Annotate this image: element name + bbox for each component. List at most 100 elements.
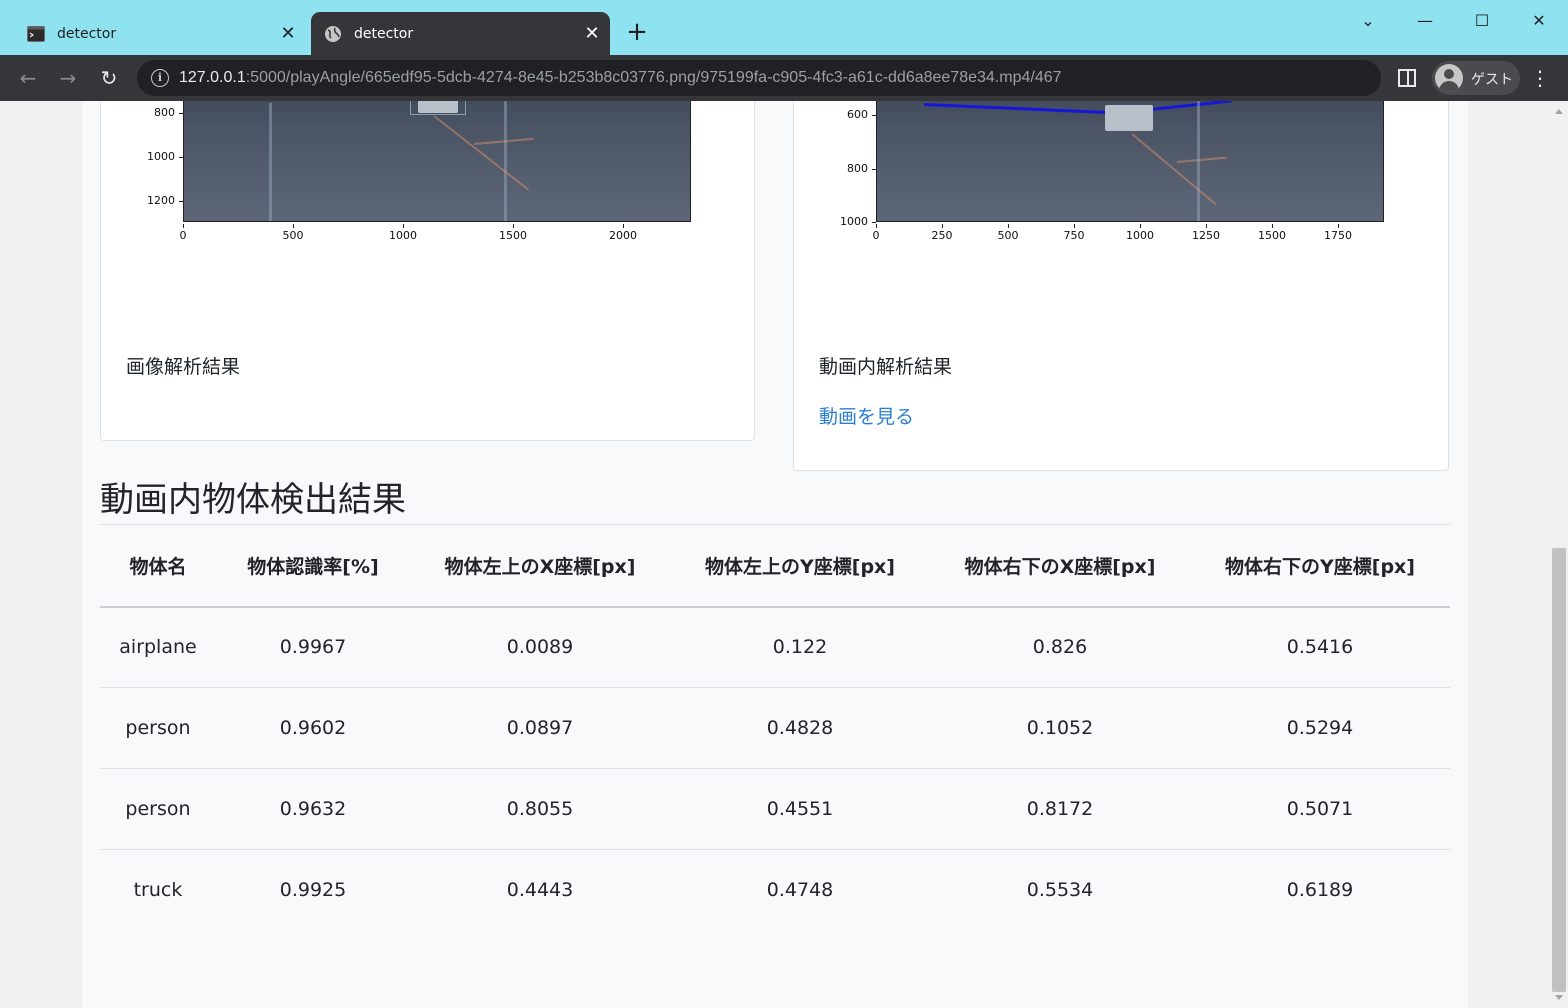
- close-tab-icon[interactable]: ✕: [582, 23, 602, 44]
- column-header: 物体右下のX座標[px]: [930, 524, 1190, 608]
- table-cell: 0.5294: [1190, 687, 1450, 769]
- side-panel-icon[interactable]: [1398, 69, 1416, 87]
- table-row: person 0.9602 0.0897 0.4828 0.1052 0.529…: [100, 687, 1450, 769]
- x-tick-label: 0: [163, 224, 203, 242]
- tab-detector-terminal[interactable]: detector ✕: [14, 12, 306, 55]
- forward-icon[interactable]: →: [53, 63, 83, 93]
- x-tick-label: 1000: [1120, 224, 1160, 242]
- table-cell: 0.4748: [766, 879, 834, 902]
- table-cell: 0.0089: [410, 606, 670, 688]
- x-tick-label: 500: [273, 224, 313, 242]
- table-cell: person: [100, 687, 216, 769]
- table-cell: 0.9967: [216, 606, 410, 688]
- light-pole: [1197, 101, 1200, 221]
- x-tick-label: 500: [988, 224, 1028, 242]
- tab-detector-active[interactable]: detector ✕: [311, 12, 610, 55]
- scroll-down-icon[interactable]: [1555, 995, 1563, 1000]
- table-cell: 0.6189: [1286, 879, 1354, 902]
- road-marking: [1176, 156, 1227, 163]
- profile-label: ゲスト: [1471, 72, 1513, 88]
- table-cell: person: [100, 768, 216, 850]
- new-tab-button[interactable]: +: [624, 19, 650, 46]
- x-tick-label: 1000: [383, 224, 423, 242]
- maximize-icon[interactable]: ☐: [1462, 6, 1502, 36]
- scroll-up-icon[interactable]: [1555, 109, 1563, 114]
- x-tick-label: 1500: [493, 224, 533, 242]
- table-cell: 0.5416: [1190, 606, 1450, 688]
- image-analysis-caption: 画像解析結果: [126, 356, 241, 378]
- column-header: 物体右下のY座標[px]: [1190, 524, 1450, 608]
- table-cell: 0.4443: [506, 879, 574, 902]
- analysis-image: [183, 101, 691, 222]
- address-bar[interactable]: i 127.0.0.1:5000/playAngle/665edf95-5dcb…: [137, 60, 1381, 96]
- table-row: truck 0.9925 0.4443 0.4748 0.5534 0.6189: [100, 850, 1450, 931]
- column-header: 物体左上のY座標[px]: [670, 524, 930, 608]
- table-cell: 0.122: [670, 606, 930, 688]
- url-host: 127.0.0.1: [179, 69, 246, 86]
- road-marking: [433, 115, 530, 191]
- image-analysis-plot: 800 1000 1200 0 500 1000 1500 2000: [101, 101, 756, 342]
- x-tick-label: 1250: [1186, 224, 1226, 242]
- watch-video-link[interactable]: 動画を見る: [819, 402, 914, 429]
- y-tick-label: 1000: [828, 215, 876, 228]
- column-header: 物体認識率[%]: [216, 524, 410, 608]
- profile-button[interactable]: ゲスト: [1432, 61, 1520, 95]
- y-tick-label: 600: [828, 108, 876, 121]
- reload-icon[interactable]: ↻: [94, 63, 124, 93]
- table-cell: 0.0897: [410, 687, 670, 769]
- light-pole: [269, 103, 272, 221]
- page-gutter-right: [1468, 101, 1550, 1008]
- column-header: 物体左上のX座標[px]: [410, 524, 670, 608]
- video-analysis-plot: 600 800 1000 0 250 500 750 1000 1250 150…: [794, 101, 1450, 342]
- table-header-row: 物体名 物体認識率[%] 物体左上のX座標[px] 物体左上のY座標[px] 物…: [100, 524, 1450, 608]
- tab-title: detector: [57, 25, 117, 42]
- site-info-icon[interactable]: i: [151, 69, 169, 87]
- detection-line: [923, 103, 1124, 115]
- results-title: 動画内物体検出結果: [100, 480, 406, 520]
- table-cell: 0.5534: [1026, 879, 1094, 902]
- tab-title: detector: [354, 25, 414, 42]
- table-cell: 0.4551: [670, 768, 930, 850]
- light-pole: [504, 101, 507, 221]
- scrollbar-thumb[interactable]: [1552, 548, 1566, 992]
- page-viewport: 800 1000 1200 0 500 1000 1500 2000 画像解析結…: [0, 101, 1550, 1008]
- table-cell: 0.9602: [216, 687, 410, 769]
- close-tab-icon[interactable]: ✕: [278, 23, 298, 44]
- truck-shape: [418, 101, 458, 113]
- x-tick-label: 750: [1054, 224, 1094, 242]
- table-cell: 0.826: [930, 606, 1190, 688]
- table-cell: truck: [133, 879, 183, 902]
- x-tick-label: 1750: [1318, 224, 1358, 242]
- analysis-image: [876, 101, 1384, 222]
- url-text[interactable]: 127.0.0.1:5000/playAngle/665edf95-5dcb-4…: [179, 68, 1062, 88]
- avatar-icon: [1435, 64, 1463, 92]
- page-scrollbar[interactable]: [1550, 101, 1568, 1008]
- x-tick-label: 0: [856, 224, 896, 242]
- url-path: :5000/playAngle/665edf95-5dcb-4274-8e45-…: [245, 69, 1062, 86]
- results-table: 物体名 物体認識率[%] 物体左上のX座標[px] 物体左上のY座標[px] 物…: [100, 524, 1450, 931]
- table-cell: airplane: [100, 606, 216, 688]
- y-tick-label: 1200: [135, 194, 183, 207]
- table-cell: 0.5071: [1190, 768, 1450, 850]
- table-cell: 0.8172: [930, 768, 1190, 850]
- minimize-icon[interactable]: —: [1405, 6, 1445, 36]
- image-analysis-card: 800 1000 1200 0 500 1000 1500 2000 画像解析結…: [100, 101, 755, 441]
- truck-shape: [1105, 105, 1153, 131]
- tab-strip: detector ✕ detector ✕ + ⌄ — ☐ ✕: [0, 0, 1568, 55]
- table-cell: 0.9925: [279, 879, 347, 902]
- x-tick-label: 250: [922, 224, 962, 242]
- close-window-icon[interactable]: ✕: [1519, 6, 1559, 36]
- table-cell: 0.8055: [410, 768, 670, 850]
- globe-icon: [325, 25, 341, 42]
- table-cell: 0.1052: [930, 687, 1190, 769]
- y-tick-label: 1000: [135, 150, 183, 163]
- terminal-icon: [27, 25, 45, 42]
- table-cell: 0.4828: [670, 687, 930, 769]
- tab-search-icon[interactable]: ⌄: [1348, 6, 1388, 36]
- table-cell: 0.9632: [216, 768, 410, 850]
- table-row: person 0.9632 0.8055 0.4551 0.8172 0.507…: [100, 768, 1450, 850]
- table-row: airplane 0.9967 0.0089 0.122 0.826 0.541…: [100, 606, 1450, 688]
- back-icon[interactable]: ←: [13, 63, 43, 93]
- menu-icon[interactable]: ⋮: [1530, 63, 1550, 93]
- page-gutter-left: [0, 101, 82, 1008]
